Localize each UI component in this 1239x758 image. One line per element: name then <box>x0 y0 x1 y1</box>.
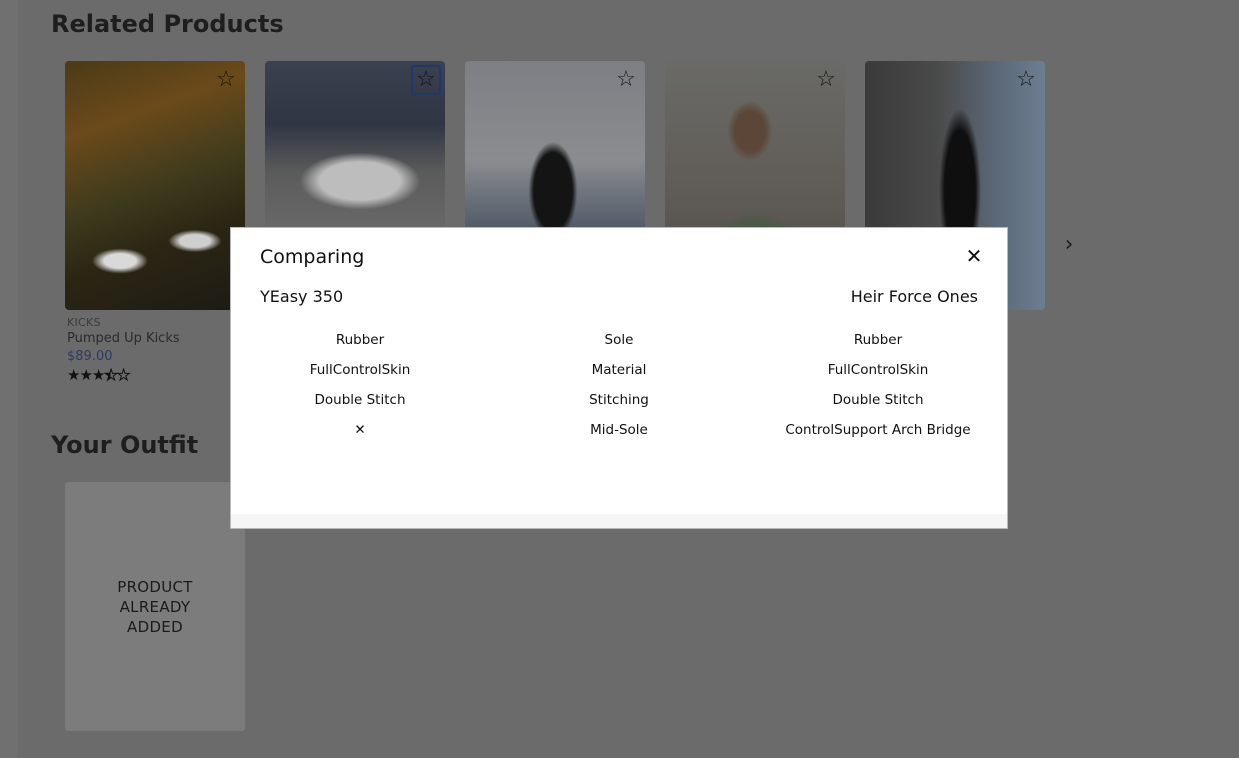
comparison-row: Double Stitch Stitching Double Stitch <box>231 392 1009 412</box>
star-icon[interactable]: ☆ <box>411 65 441 95</box>
star-icon: ☆ <box>1016 67 1036 92</box>
feature-name: Sole <box>604 332 634 348</box>
comparison-row: Rubber Sole Rubber <box>231 332 1009 352</box>
star-icon[interactable]: ☆ <box>611 65 641 95</box>
right-value: Rubber <box>853 332 903 348</box>
comparison-row: ✕ Mid-Sole ControlSupport Arch Bridge <box>231 422 1009 442</box>
product-image[interactable] <box>65 61 245 310</box>
product-already-added-text: PRODUCT ALREADY ADDED <box>117 577 193 636</box>
feature-name: Stitching <box>589 392 649 408</box>
right-value: FullControlSkin <box>827 362 929 378</box>
comparison-row: FullControlSkin Material FullControlSkin <box>231 362 1009 382</box>
feature-name: Material <box>591 362 647 378</box>
left-value: Double Stitch <box>314 392 406 408</box>
compared-product-left: YEasy 350 <box>260 287 344 306</box>
product-name[interactable]: Pumped Up Kicks <box>67 331 247 346</box>
left-value: Rubber <box>335 332 385 348</box>
star-empty-icon: ★ <box>116 366 131 385</box>
star-full-icon: ★ <box>91 366 105 384</box>
star-icon[interactable]: ☆ <box>211 65 241 95</box>
page-left-strip <box>0 0 18 758</box>
modal-footer <box>231 514 1007 528</box>
your-outfit-title: Your Outfit <box>51 431 199 459</box>
product-price: $89.00 <box>67 349 113 364</box>
outfit-added-card: PRODUCT ALREADY ADDED <box>65 482 245 731</box>
modal-title: Comparing <box>260 246 365 268</box>
right-value: ControlSupport Arch Bridge <box>785 422 971 438</box>
product-category: KICKS <box>67 316 101 329</box>
star-full-icon: ★ <box>67 366 80 384</box>
close-icon[interactable]: ✕ <box>964 245 984 267</box>
star-rating: ★★★★★ <box>67 366 247 385</box>
star-half-icon: ★ <box>104 366 119 385</box>
product-card[interactable]: ☆ <box>65 61 245 310</box>
feature-name: Mid-Sole <box>590 422 648 438</box>
left-value: FullControlSkin <box>309 362 411 378</box>
related-products-title: Related Products <box>51 10 284 38</box>
product-card-info: KICKS Pumped Up Kicks $89.00 ★★★★★ <box>67 316 247 385</box>
star-icon[interactable]: ☆ <box>811 65 841 95</box>
compared-product-right: Heir Force Ones <box>850 287 978 306</box>
comparison-modal: Comparing ✕ YEasy 350 Heir Force Ones Ru… <box>230 227 1008 529</box>
chevron-right-icon[interactable]: › <box>1060 234 1078 256</box>
missing-value-icon: ✕ <box>354 422 366 438</box>
right-value: Double Stitch <box>832 392 924 408</box>
star-full-icon: ★ <box>79 366 92 384</box>
